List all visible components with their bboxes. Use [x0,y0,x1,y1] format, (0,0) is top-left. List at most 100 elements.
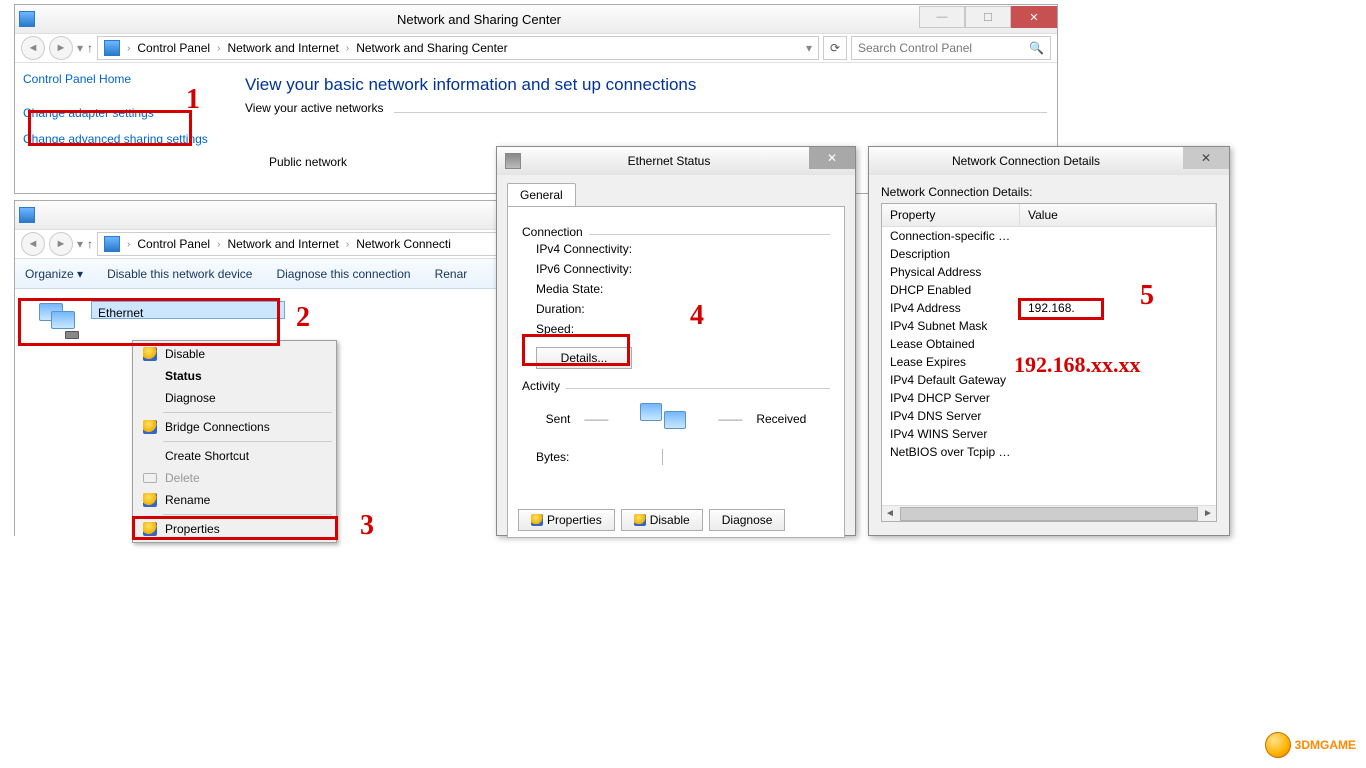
property-cell: IPv4 Default Gateway [882,371,1020,389]
crumb-3[interactable]: Network and Sharing Center [356,41,507,55]
watermark-logo: 3DMGAME [1265,732,1356,758]
shield-icon [143,522,157,536]
value-cell [1020,335,1216,353]
scroll-right[interactable]: ► [1200,507,1216,521]
ctx-status[interactable]: Status [135,365,334,387]
ctx-diagnose[interactable]: Diagnose [135,387,334,409]
tab-content: Connection IPv4 Connectivity: IPv6 Conne… [507,206,845,538]
rename-link[interactable]: Renar [435,267,468,281]
property-cell: IPv4 DNS Server [882,407,1020,425]
col-property[interactable]: Property [882,204,1020,227]
recent-button-2[interactable]: ▾ [77,237,83,251]
details-row[interactable]: IPv4 Subnet Mask [882,317,1216,335]
value-cell [1020,407,1216,425]
ctx-bridge[interactable]: Bridge Connections [135,416,334,438]
ctx-disable[interactable]: Disable [135,343,334,365]
forward-button[interactable]: ► [49,36,73,60]
back-button-2[interactable]: ◄ [21,232,45,256]
disable-device-link[interactable]: Disable this network device [107,267,252,281]
annotation-num-3: 3 [360,510,374,542]
annotation-num-2: 2 [296,302,310,334]
details-row[interactable]: Connection-specific DN... [882,227,1216,245]
organize-menu[interactable]: Organize ▾ [25,267,83,281]
details-row[interactable]: IPv4 WINS Server [882,425,1216,443]
shield-icon [143,493,157,507]
control-panel-icon [19,207,35,223]
forward-button-2[interactable]: ► [49,232,73,256]
breadcrumb[interactable]: › Control Panel› Network and Internet› N… [97,36,819,60]
col-value[interactable]: Value [1020,204,1216,227]
annotation-ip-text: 192.168.xx.xx [1014,352,1141,378]
close-button[interactable]: ✕ [1011,6,1057,28]
shield-icon [531,514,543,526]
annotation-num-4: 4 [690,300,704,332]
details-row[interactable]: NetBIOS over Tcpip En... [882,443,1216,461]
maximize-button[interactable]: ☐ [965,6,1011,28]
property-cell: Lease Expires [882,353,1020,371]
value-cell [1020,443,1216,461]
window-title: Network and Sharing Center [39,12,919,27]
shield-icon [143,347,157,361]
ethernet-adapter-item[interactable]: Ethernet [35,301,285,339]
received-label: Received [756,412,806,426]
status-row: IPv4 Connectivity: [536,242,632,256]
status-row: Duration: [536,302,585,316]
property-cell: DHCP Enabled [882,281,1020,299]
status-row: IPv6 Connectivity: [536,262,632,276]
scroll-thumb[interactable] [900,507,1198,521]
disable-button[interactable]: Disable [621,509,703,531]
properties-button[interactable]: Properties [518,509,615,531]
active-networks-label: View your active networks [245,101,384,115]
minimize-button[interactable]: — [919,6,965,28]
ctx-properties[interactable]: Properties [135,518,334,540]
toolbar: Organize ▾ Disable this network device D… [15,259,544,289]
dialog-title: Network Connection Details [869,154,1183,168]
details-row[interactable]: Description [882,245,1216,263]
connection-details-dialog: Network Connection Details ✕ Network Con… [868,146,1230,536]
crumb2-3[interactable]: Network Connecti [356,237,451,251]
address-bar-2: ◄ ► ▾ ↑ › Control Panel› Network and Int… [15,229,544,259]
details-button[interactable]: Details... [536,347,632,369]
close-button[interactable]: ✕ [1183,147,1229,169]
details-row[interactable]: Lease Obtained [882,335,1216,353]
ctx-rename[interactable]: Rename [135,489,334,511]
shield-icon [634,514,646,526]
activity-icon [640,401,686,437]
back-button[interactable]: ◄ [21,36,45,60]
dialog-titlebar: Network Connection Details ✕ [869,147,1229,175]
annotation-num-1: 1 [186,84,200,116]
details-row[interactable]: Physical Address [882,263,1216,281]
crumb2-1[interactable]: Control Panel [137,237,210,251]
watermark-text: 3DMGAME [1295,738,1356,752]
connection-section-label: Connection [522,225,583,239]
bytes-label: Bytes: [536,450,569,464]
ctx-delete: Delete [135,467,334,489]
refresh-button[interactable]: ⟳ [823,36,847,60]
ctx-shortcut[interactable]: Create Shortcut [135,445,334,467]
dialog-titlebar: Ethernet Status ✕ [497,147,855,175]
horizontal-scrollbar[interactable]: ◄ ► [882,505,1216,521]
crumb2-2[interactable]: Network and Internet [227,237,338,251]
close-button[interactable]: ✕ [809,147,855,169]
up-button[interactable]: ↑ [87,41,93,55]
details-row[interactable]: DHCP Enabled [882,281,1216,299]
recent-button[interactable]: ▾ [77,41,83,55]
search-input[interactable]: Search Control Panel 🔍 [851,36,1051,60]
window-title-2: Netwo [39,208,544,223]
details-row[interactable]: IPv4 Address192.168. [882,299,1216,317]
tab-general[interactable]: General [507,183,576,206]
change-advanced-sharing-link[interactable]: Change advanced sharing settings [21,129,221,149]
scroll-left[interactable]: ◄ [882,507,898,521]
up-button-2[interactable]: ↑ [87,237,93,251]
crumb-1[interactable]: Control Panel [137,41,210,55]
details-row[interactable]: IPv4 DNS Server [882,407,1216,425]
property-cell: IPv4 DHCP Server [882,389,1020,407]
diagnose-connection-link[interactable]: Diagnose this connection [276,267,410,281]
details-row[interactable]: IPv4 DHCP Server [882,389,1216,407]
property-cell: NetBIOS over Tcpip En... [882,443,1020,461]
diagnose-button[interactable]: Diagnose [709,509,786,531]
crumb-2[interactable]: Network and Internet [227,41,338,55]
search-icon: 🔍 [1029,41,1044,55]
breadcrumb-2[interactable]: › Control Panel› Network and Internet› N… [97,232,538,256]
ethernet-status-dialog: Ethernet Status ✕ General Connection IPv… [496,146,856,536]
